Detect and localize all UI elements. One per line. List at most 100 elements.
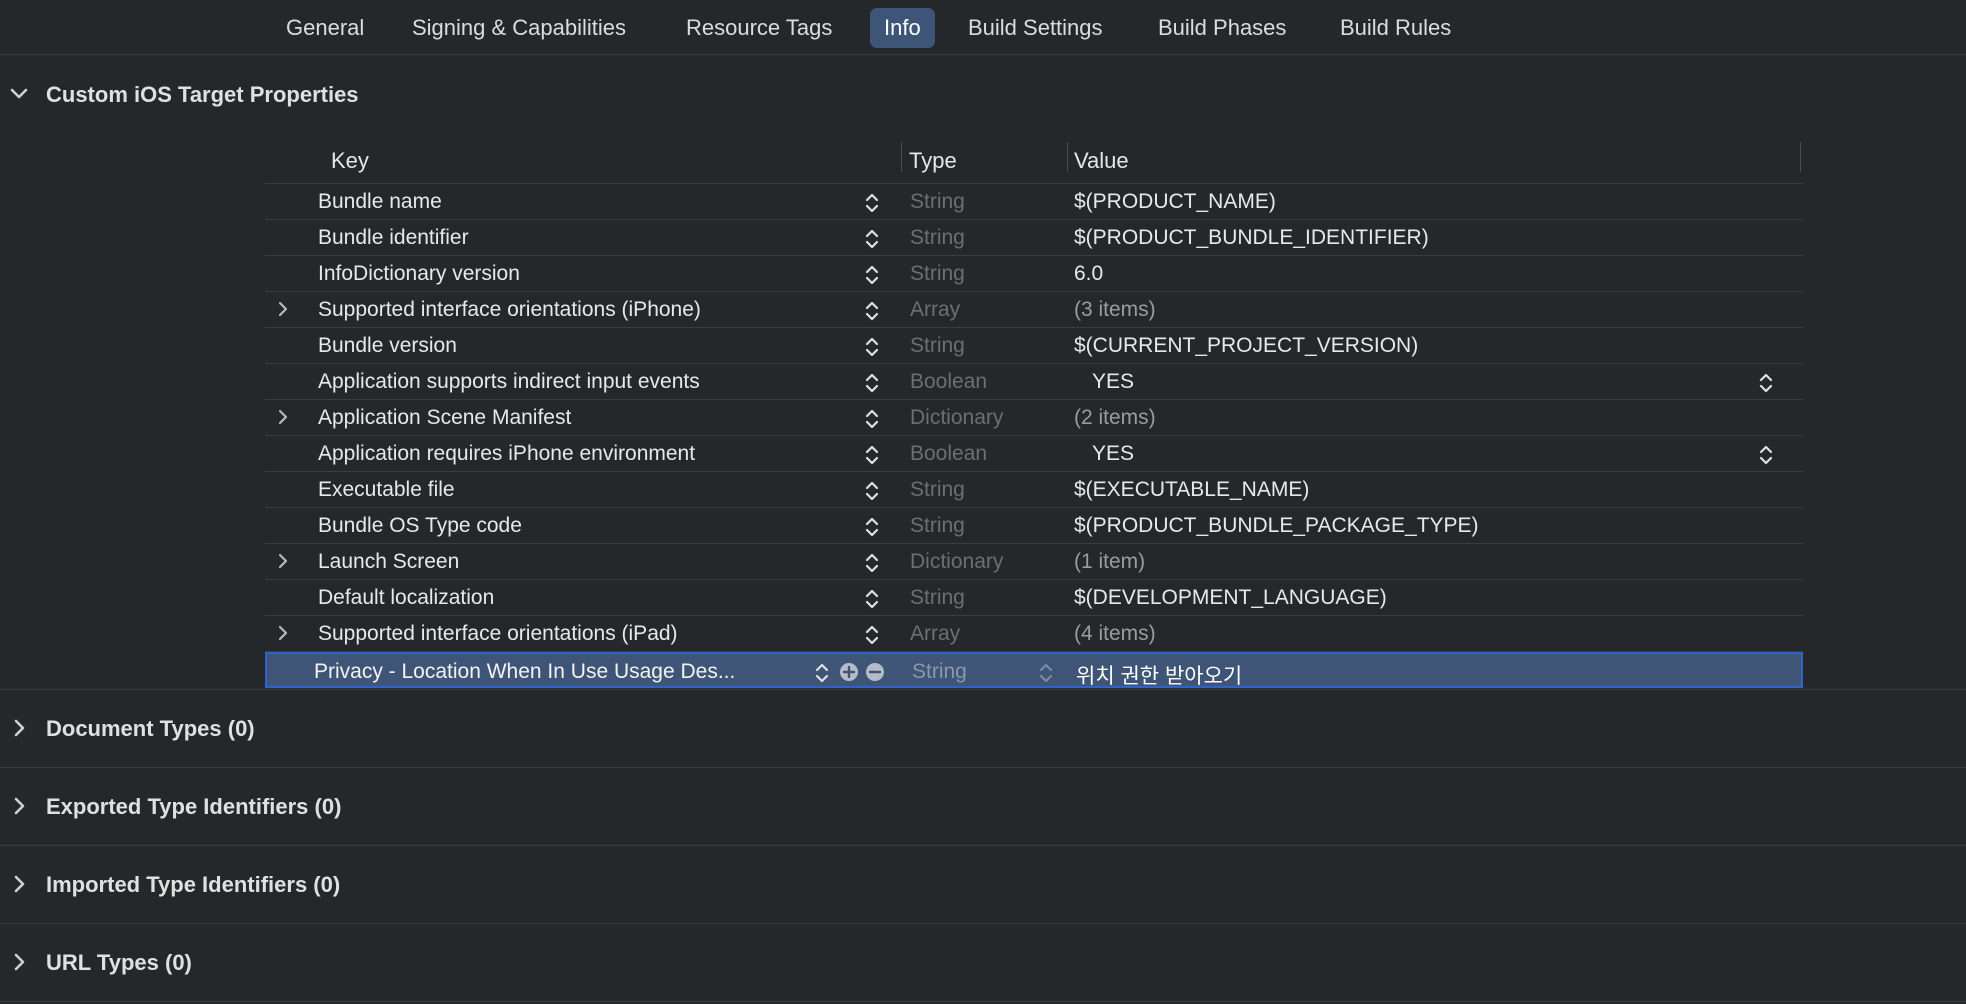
section-title: URL Types (0) (46, 950, 192, 975)
tab-signing-capabilities[interactable]: Signing & Capabilities (398, 8, 640, 48)
up-down-stepper-icon[interactable] (863, 407, 881, 431)
row-key: Bundle name (318, 190, 442, 213)
row-type[interactable]: String (910, 478, 965, 502)
row-type[interactable]: String (910, 190, 965, 214)
row-key: Launch Screen (318, 550, 460, 573)
table-row[interactable]: Bundle OS Type code String $(PRODUCT_BUN… (265, 508, 1803, 544)
table-row[interactable]: Executable file String $(EXECUTABLE_NAME… (265, 472, 1803, 508)
row-type[interactable]: String (910, 262, 965, 286)
up-down-stepper-icon[interactable] (863, 335, 881, 359)
remove-row-icon[interactable] (865, 662, 885, 682)
up-down-stepper-icon[interactable] (863, 191, 881, 215)
table-row[interactable]: Application Scene Manifest Dictionary (2… (265, 400, 1803, 436)
section-custom-ios-target-properties[interactable]: Custom iOS Target Properties (0, 74, 1966, 114)
chevron-right-icon[interactable] (275, 622, 291, 644)
row-value[interactable]: $(CURRENT_PROJECT_VERSION) (1074, 334, 1418, 358)
row-key[interactable]: Privacy - Location When In Use Usage Des… (314, 660, 735, 684)
up-down-stepper-icon[interactable] (863, 371, 881, 395)
row-value[interactable]: $(PRODUCT_BUNDLE_PACKAGE_TYPE) (1074, 514, 1479, 538)
column-header-value[interactable]: Value (1074, 148, 1129, 174)
section-divider (0, 845, 1966, 846)
up-down-stepper-icon[interactable] (863, 227, 881, 251)
tab-info[interactable]: Info (870, 8, 935, 48)
row-value[interactable]: $(PRODUCT_NAME) (1074, 190, 1276, 214)
chevron-right-icon[interactable] (275, 298, 291, 320)
row-key: Supported interface orientations (iPhone… (318, 298, 701, 321)
table-row[interactable]: Supported interface orientations (iPhone… (265, 292, 1803, 328)
row-value-popup[interactable]: YES (1092, 370, 1134, 394)
row-key: Bundle OS Type code (318, 514, 522, 537)
row-type[interactable]: Boolean (910, 442, 987, 466)
up-down-stepper-icon[interactable] (863, 263, 881, 287)
tab-general[interactable]: General (272, 8, 378, 48)
up-down-stepper-icon[interactable] (863, 443, 881, 467)
table-row[interactable]: Application requires iPhone environment … (265, 436, 1803, 472)
row-type[interactable]: String (910, 226, 965, 250)
up-down-stepper-icon[interactable] (863, 551, 881, 575)
section-divider (0, 767, 1966, 768)
row-type[interactable]: String (910, 586, 965, 610)
table-row[interactable]: Bundle identifier String $(PRODUCT_BUNDL… (265, 220, 1803, 256)
up-down-stepper-icon[interactable] (863, 623, 881, 647)
chevron-down-icon[interactable] (8, 80, 30, 108)
row-value[interactable]: $(EXECUTABLE_NAME) (1074, 478, 1309, 502)
row-type[interactable]: String (910, 334, 965, 358)
section-title: Document Types (0) (46, 716, 255, 741)
tab-build-settings[interactable]: Build Settings (954, 8, 1117, 48)
up-down-stepper-icon[interactable] (1757, 371, 1775, 395)
table-row-selected[interactable]: Privacy - Location When In Use Usage Des… (265, 652, 1803, 688)
row-value[interactable]: $(PRODUCT_BUNDLE_IDENTIFIER) (1074, 226, 1429, 250)
row-type[interactable]: String (912, 660, 967, 684)
row-value: (3 items) (1074, 298, 1156, 321)
chevron-right-icon[interactable] (8, 714, 30, 742)
row-value[interactable]: $(DEVELOPMENT_LANGUAGE) (1074, 586, 1387, 610)
section-document-types[interactable]: Document Types (0) (0, 708, 1966, 748)
section-exported-type-identifiers[interactable]: Exported Type Identifiers (0) (0, 786, 1966, 826)
chevron-right-icon[interactable] (275, 406, 291, 428)
table-row[interactable]: Supported interface orientations (iPad) … (265, 616, 1803, 652)
row-type[interactable]: Dictionary (910, 550, 1003, 574)
chevron-right-icon[interactable] (8, 948, 30, 976)
row-type[interactable]: Boolean (910, 370, 987, 394)
table-row[interactable]: Application supports indirect input even… (265, 364, 1803, 400)
up-down-stepper-icon[interactable] (863, 515, 881, 539)
property-list-table: Key Type Value Bundle name String $(PROD… (265, 140, 1803, 688)
row-value-popup[interactable]: YES (1092, 442, 1134, 466)
section-imported-type-identifiers[interactable]: Imported Type Identifiers (0) (0, 864, 1966, 904)
up-down-stepper-icon[interactable] (863, 587, 881, 611)
row-type[interactable]: Array (910, 622, 960, 646)
chevron-right-icon[interactable] (275, 550, 291, 572)
up-down-stepper-icon[interactable] (1757, 443, 1775, 467)
up-down-stepper-icon[interactable] (813, 661, 831, 685)
row-key: Executable file (318, 478, 455, 501)
add-row-icon[interactable] (839, 662, 859, 682)
up-down-stepper-icon[interactable] (1037, 661, 1055, 685)
row-value[interactable]: 6.0 (1074, 262, 1103, 286)
up-down-stepper-icon[interactable] (863, 299, 881, 323)
row-key: Bundle identifier (318, 226, 469, 249)
table-row[interactable]: Launch Screen Dictionary (1 item) (265, 544, 1803, 580)
row-type[interactable]: String (910, 514, 965, 538)
section-divider (0, 1001, 1966, 1002)
column-separator[interactable] (1067, 142, 1068, 172)
row-value[interactable]: 위치 권한 받아오기 (1076, 660, 1242, 690)
table-row[interactable]: Bundle version String $(CURRENT_PROJECT_… (265, 328, 1803, 364)
table-row[interactable]: InfoDictionary version String 6.0 (265, 256, 1803, 292)
column-header-type[interactable]: Type (909, 148, 957, 174)
column-separator[interactable] (1800, 142, 1801, 172)
row-type[interactable]: Array (910, 298, 960, 322)
chevron-right-icon[interactable] (8, 792, 30, 820)
tab-build-phases[interactable]: Build Phases (1144, 8, 1300, 48)
table-row[interactable]: Default localization String $(DEVELOPMEN… (265, 580, 1803, 616)
up-down-stepper-icon[interactable] (863, 479, 881, 503)
table-row[interactable]: Bundle name String $(PRODUCT_NAME) (265, 184, 1803, 220)
row-type[interactable]: Dictionary (910, 406, 1003, 430)
tab-build-rules[interactable]: Build Rules (1326, 8, 1465, 48)
column-separator[interactable] (901, 142, 902, 172)
row-key: Supported interface orientations (iPad) (318, 622, 678, 645)
column-header-key[interactable]: Key (331, 148, 369, 174)
section-url-types[interactable]: URL Types (0) (0, 942, 1966, 982)
row-key: Default localization (318, 586, 495, 609)
chevron-right-icon[interactable] (8, 870, 30, 898)
tab-resource-tags[interactable]: Resource Tags (672, 8, 846, 48)
